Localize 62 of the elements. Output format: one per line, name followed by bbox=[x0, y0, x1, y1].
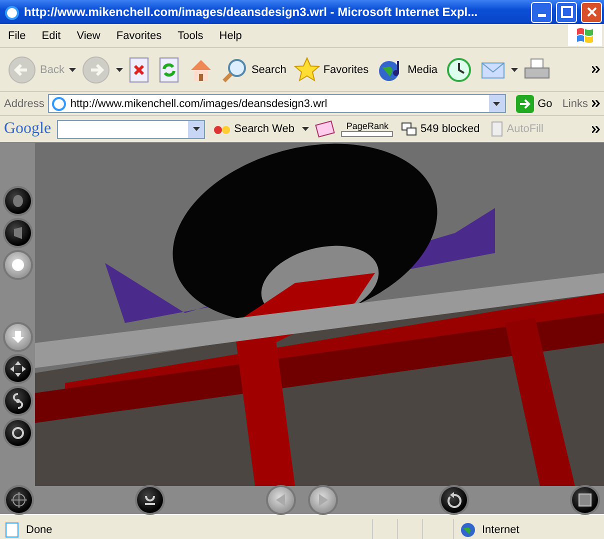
maximize-icon bbox=[560, 6, 572, 18]
ring-icon bbox=[10, 425, 26, 441]
page-icon bbox=[4, 522, 20, 538]
search-field[interactable] bbox=[57, 120, 206, 138]
media-button[interactable]: Media bbox=[374, 54, 441, 84]
search-icon bbox=[222, 56, 248, 82]
glowing-dot-icon bbox=[10, 257, 26, 273]
window-title: http://www.mikenchell.com/images/deansdesign3.wrl - Microsoft Internet Expl... bbox=[24, 5, 479, 19]
maximize-button[interactable] bbox=[556, 2, 577, 22]
turn-control-button[interactable] bbox=[4, 388, 30, 414]
search-button[interactable]: Search bbox=[219, 54, 290, 84]
down-arrow-icon bbox=[10, 329, 26, 345]
favorites-button[interactable]: Favorites bbox=[291, 54, 372, 84]
go-button[interactable]: Go bbox=[510, 94, 558, 112]
chevron-icon[interactable] bbox=[592, 100, 600, 107]
zone-text: Internet bbox=[482, 524, 520, 536]
address-label: Address bbox=[4, 98, 44, 110]
four-arrows-icon bbox=[10, 361, 26, 377]
restore-control-button[interactable] bbox=[441, 487, 467, 513]
menu-item[interactable]: Favorites bbox=[108, 30, 170, 42]
stop-icon bbox=[128, 56, 150, 82]
fit-control-button[interactable] bbox=[572, 487, 598, 513]
windows-icon bbox=[401, 122, 418, 136]
pagerank-meter: PageRank bbox=[341, 121, 394, 137]
chevron-icon[interactable] bbox=[592, 126, 600, 132]
links-button[interactable]: Links bbox=[562, 98, 588, 110]
globe-icon bbox=[460, 522, 476, 538]
menu-item[interactable]: View bbox=[68, 30, 108, 42]
star-icon bbox=[294, 56, 320, 82]
dropdown-button[interactable] bbox=[188, 120, 204, 138]
menu-item[interactable]: Tools bbox=[170, 30, 212, 42]
caret-icon[interactable] bbox=[192, 127, 200, 131]
align-control-button[interactable] bbox=[137, 487, 163, 513]
caret-icon[interactable] bbox=[493, 102, 500, 106]
refresh-icon bbox=[158, 56, 180, 82]
search-web-button[interactable]: Search Web bbox=[211, 122, 296, 136]
windows-flag-icon bbox=[568, 24, 602, 46]
crosshair-icon bbox=[11, 492, 27, 508]
minimize-button[interactable] bbox=[531, 2, 552, 22]
caret-icon[interactable] bbox=[510, 68, 518, 72]
menu-item[interactable]: Edit bbox=[34, 30, 69, 42]
close-icon bbox=[586, 6, 598, 18]
status-text: Done bbox=[26, 524, 54, 536]
caret-icon[interactable] bbox=[302, 127, 310, 131]
square-icon bbox=[577, 492, 593, 508]
minimize-icon bbox=[538, 14, 546, 17]
menu-item[interactable]: File bbox=[0, 30, 34, 42]
dropdown-button[interactable] bbox=[488, 95, 505, 112]
walk-control-button[interactable] bbox=[4, 188, 30, 214]
url-text: http://www.mikenchell.com/images/deansdesign3.wrl bbox=[70, 98, 328, 110]
goto-control-button[interactable] bbox=[6, 487, 32, 513]
address-field[interactable]: http://www.mikenchell.com/images/deansdesign3.wrl bbox=[48, 94, 506, 113]
google-logo[interactable]: Google bbox=[4, 120, 52, 138]
close-button[interactable] bbox=[581, 2, 602, 22]
menu-item[interactable]: Help bbox=[211, 30, 250, 42]
chevron-icon[interactable] bbox=[592, 66, 600, 73]
popup-blocker-button[interactable]: 549 blocked bbox=[399, 122, 482, 136]
roll-control-button[interactable] bbox=[4, 420, 30, 446]
rotate-icon bbox=[446, 492, 462, 508]
fly-control-button[interactable] bbox=[4, 220, 30, 246]
pan-control-button[interactable] bbox=[4, 356, 30, 382]
clock-icon bbox=[446, 56, 472, 82]
